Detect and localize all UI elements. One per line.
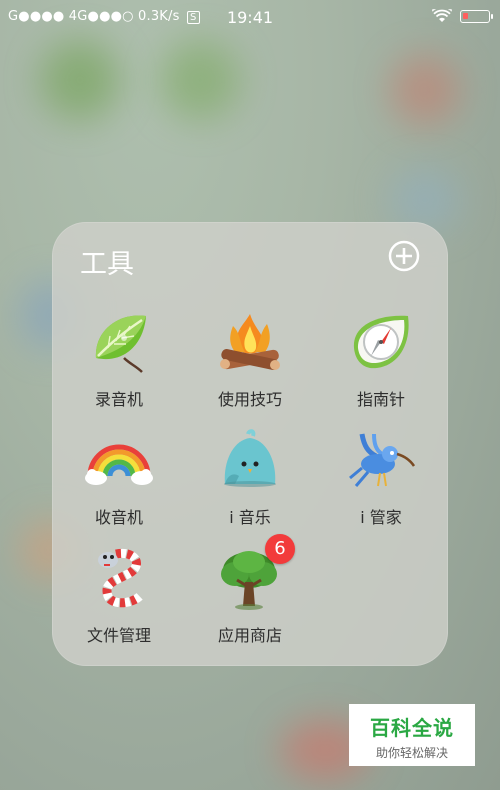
battery-icon bbox=[460, 9, 493, 23]
app-label: 录音机 bbox=[94, 390, 143, 409]
app-label: 收音机 bbox=[94, 508, 143, 527]
app-recorder[interactable]: 录音机 bbox=[64, 308, 174, 410]
watermark-title: 百科全说 bbox=[370, 716, 454, 740]
background-blur bbox=[390, 55, 460, 125]
app-tips[interactable]: 使用技巧 bbox=[195, 308, 305, 410]
notification-badge: 6 bbox=[265, 534, 295, 564]
app-label: 文件管理 bbox=[86, 626, 151, 645]
app-imusic[interactable]: i 音乐 bbox=[195, 426, 305, 528]
watermark-logo: 百科全说 助你轻松解决 bbox=[349, 704, 475, 766]
app-label: i 音乐 bbox=[229, 508, 271, 527]
compass-icon bbox=[346, 308, 416, 378]
status-time: 19:41 bbox=[226, 8, 274, 27]
app-label: 指南针 bbox=[356, 390, 405, 409]
rainbow-icon bbox=[84, 426, 154, 496]
app-label: 使用技巧 bbox=[217, 390, 282, 409]
tree-icon: 6 bbox=[215, 534, 295, 614]
campfire-icon bbox=[215, 308, 285, 378]
background-blur bbox=[40, 40, 120, 120]
folder-title: 工具 bbox=[80, 249, 134, 280]
app-label: 应用商店 bbox=[217, 626, 282, 645]
add-app-button[interactable] bbox=[388, 240, 420, 272]
app-imanager[interactable]: i 管家 bbox=[326, 426, 436, 528]
flying-bird-icon bbox=[346, 426, 416, 496]
snake-icon bbox=[84, 544, 154, 614]
app-store[interactable]: 6 应用商店 bbox=[195, 534, 305, 646]
battery-level bbox=[463, 12, 468, 19]
tools-folder: 工具 录音机 使用技巧 指南针 收音机 i 音乐 i 管家 文件管理 6 应用商… bbox=[52, 222, 448, 666]
status-bar: G●●●● 4G●●●○ 0.3K/s S 19:41 bbox=[0, 0, 500, 34]
app-label: i 管家 bbox=[360, 508, 402, 527]
background-blur bbox=[390, 170, 460, 230]
app-file-manager[interactable]: 文件管理 bbox=[64, 544, 174, 646]
wifi-icon bbox=[432, 9, 452, 22]
blue-bird-icon bbox=[215, 426, 285, 496]
background-blur bbox=[160, 40, 240, 120]
watermark-subtitle: 助你轻松解决 bbox=[375, 746, 448, 760]
app-radio[interactable]: 收音机 bbox=[64, 426, 174, 528]
leaf-icon bbox=[84, 308, 154, 378]
app-compass[interactable]: 指南针 bbox=[326, 308, 436, 410]
status-right bbox=[432, 9, 493, 23]
